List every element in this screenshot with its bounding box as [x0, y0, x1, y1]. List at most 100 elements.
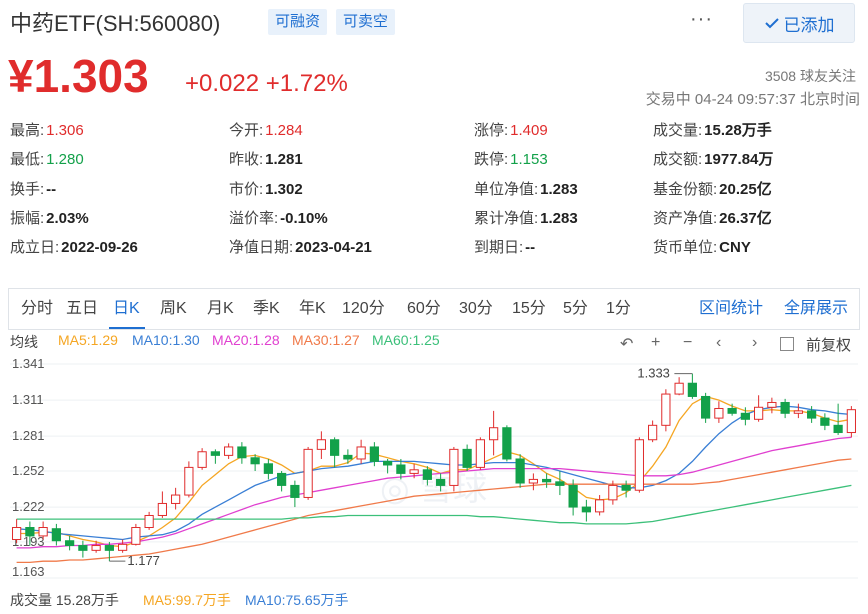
watermark-logo: ◎ 雪球: [380, 470, 487, 508]
y-tick-label: 1.163: [12, 564, 45, 579]
volume-ma10: MA10:75.65万手: [245, 592, 349, 608]
tab-10[interactable]: 15分: [512, 289, 546, 329]
candle-body: [767, 401, 777, 408]
stat-item: 成立日: 2022-09-26: [10, 236, 138, 257]
candle-body: [25, 527, 35, 537]
tab-7[interactable]: 120分: [342, 289, 385, 329]
candle-body: [383, 460, 393, 466]
active-tab-underline: [109, 327, 145, 329]
y-tick-label: 1.341: [12, 356, 45, 371]
tab-11[interactable]: 5分: [563, 289, 588, 329]
candle-body: [820, 417, 830, 426]
candle-body: [51, 528, 61, 542]
candle-body: [422, 469, 432, 480]
stat-item: 市价: 1.302: [229, 178, 303, 199]
stat-label: 振幅:: [10, 210, 45, 227]
chevron-right-icon[interactable]: ›: [752, 334, 757, 352]
zoom-out-icon[interactable]: −: [683, 334, 692, 352]
stat-item: 最低: 1.280: [10, 148, 84, 169]
stat-label: 最高:: [10, 122, 45, 139]
stat-label: 到期日:: [474, 239, 524, 256]
stat-value: 15.28万手: [704, 122, 772, 139]
tab-1[interactable]: 五日: [66, 289, 98, 329]
candle-body: [65, 540, 75, 547]
stat-item: 基金份额: 20.25亿: [653, 178, 772, 199]
candle-body: [171, 494, 181, 504]
candle-body: [687, 382, 697, 397]
y-tick-label: 1.222: [12, 499, 45, 514]
page-title: 中药ETF(SH:560080): [10, 11, 221, 36]
tab-8[interactable]: 60分: [407, 289, 441, 329]
kline-chart[interactable]: 1.3411.3111.2811.2521.2221.1931.163◎ 雪球1…: [0, 352, 868, 586]
ma-legend-item: MA60:1.25: [372, 332, 440, 348]
candle-body: [528, 478, 538, 484]
tab-5[interactable]: 季K: [253, 289, 280, 329]
candle-body: [727, 407, 737, 414]
candle-body: [369, 446, 379, 462]
stat-label: 今开:: [229, 122, 264, 139]
follower-count[interactable]: 3508 球友关注: [765, 66, 856, 86]
stat-value: 2022-09-26: [61, 239, 138, 256]
candle-body: [595, 499, 605, 513]
tab-6[interactable]: 年K: [299, 289, 326, 329]
y-tick-label: 1.311: [12, 392, 44, 407]
stat-value: 1.281: [265, 151, 303, 168]
stat-label: 成交额:: [653, 151, 703, 168]
added-label: 已添加: [783, 15, 835, 35]
chevron-left-icon[interactable]: ‹: [716, 334, 721, 352]
tab-3[interactable]: 周K: [160, 289, 187, 329]
candle-body: [131, 527, 141, 545]
fullscreen-button[interactable]: 全屏展示: [784, 289, 848, 329]
candle-body: [12, 527, 22, 541]
candle-body: [104, 545, 114, 551]
stat-value: 1.284: [265, 122, 303, 139]
stat-value: -0.10%: [280, 210, 328, 227]
stat-item: 成交额: 1977.84万: [653, 148, 773, 169]
stat-value: 1977.84万: [704, 151, 774, 168]
candle-body: [330, 439, 340, 456]
stat-item: 资产净值: 26.37亿: [653, 207, 772, 228]
candle-body: [224, 446, 234, 456]
candle-body: [409, 469, 419, 474]
stat-label: 资产净值:: [653, 210, 718, 227]
zoom-in-icon[interactable]: +: [651, 334, 660, 352]
candle-body: [91, 545, 101, 551]
candle-body: [356, 446, 366, 460]
y-tick-label: 1.252: [12, 463, 45, 478]
adjust-checkbox[interactable]: [780, 337, 794, 351]
stat-label: 累计净值:: [474, 210, 539, 227]
check-icon: [764, 18, 779, 29]
more-options-button[interactable]: ···: [690, 8, 713, 31]
stat-item: 净值日期: 2023-04-21: [229, 236, 372, 257]
tab-9[interactable]: 30分: [459, 289, 493, 329]
stat-label: 货币单位:: [653, 239, 718, 256]
candle-body: [250, 457, 260, 465]
stat-item: 溢价率: -0.10%: [229, 207, 328, 228]
candle-body: [502, 427, 512, 460]
candle-body: [303, 448, 313, 498]
candle-body: [449, 448, 459, 486]
tab-0[interactable]: 分时: [21, 289, 53, 329]
candle-body: [263, 463, 273, 474]
candle-body: [290, 484, 300, 498]
tab-12[interactable]: 1分: [606, 289, 631, 329]
short-tag[interactable]: 可卖空: [336, 9, 396, 35]
candle-body: [515, 458, 525, 484]
reset-icon[interactable]: ↶: [620, 334, 633, 354]
candle-body: [277, 472, 287, 486]
candle-body: [846, 409, 856, 434]
tab-4[interactable]: 月K: [207, 289, 234, 329]
margin-tag[interactable]: 可融资: [268, 9, 328, 35]
candle-body: [184, 466, 194, 496]
max-price-label: 1.333: [637, 366, 670, 381]
stat-value: 1.409: [510, 122, 548, 139]
stat-item: 最高: 1.306: [10, 119, 84, 140]
added-watchlist-button[interactable]: 已添加: [743, 3, 855, 43]
price-change: +0.022 +1.72%: [185, 70, 348, 98]
range-stats-button[interactable]: 区间统计: [699, 289, 763, 329]
candle-body: [489, 427, 499, 441]
tab-2[interactable]: 日K: [113, 289, 140, 329]
candle-body: [118, 543, 128, 551]
stat-value: 2023-04-21: [295, 239, 372, 256]
candle-body: [661, 393, 671, 426]
